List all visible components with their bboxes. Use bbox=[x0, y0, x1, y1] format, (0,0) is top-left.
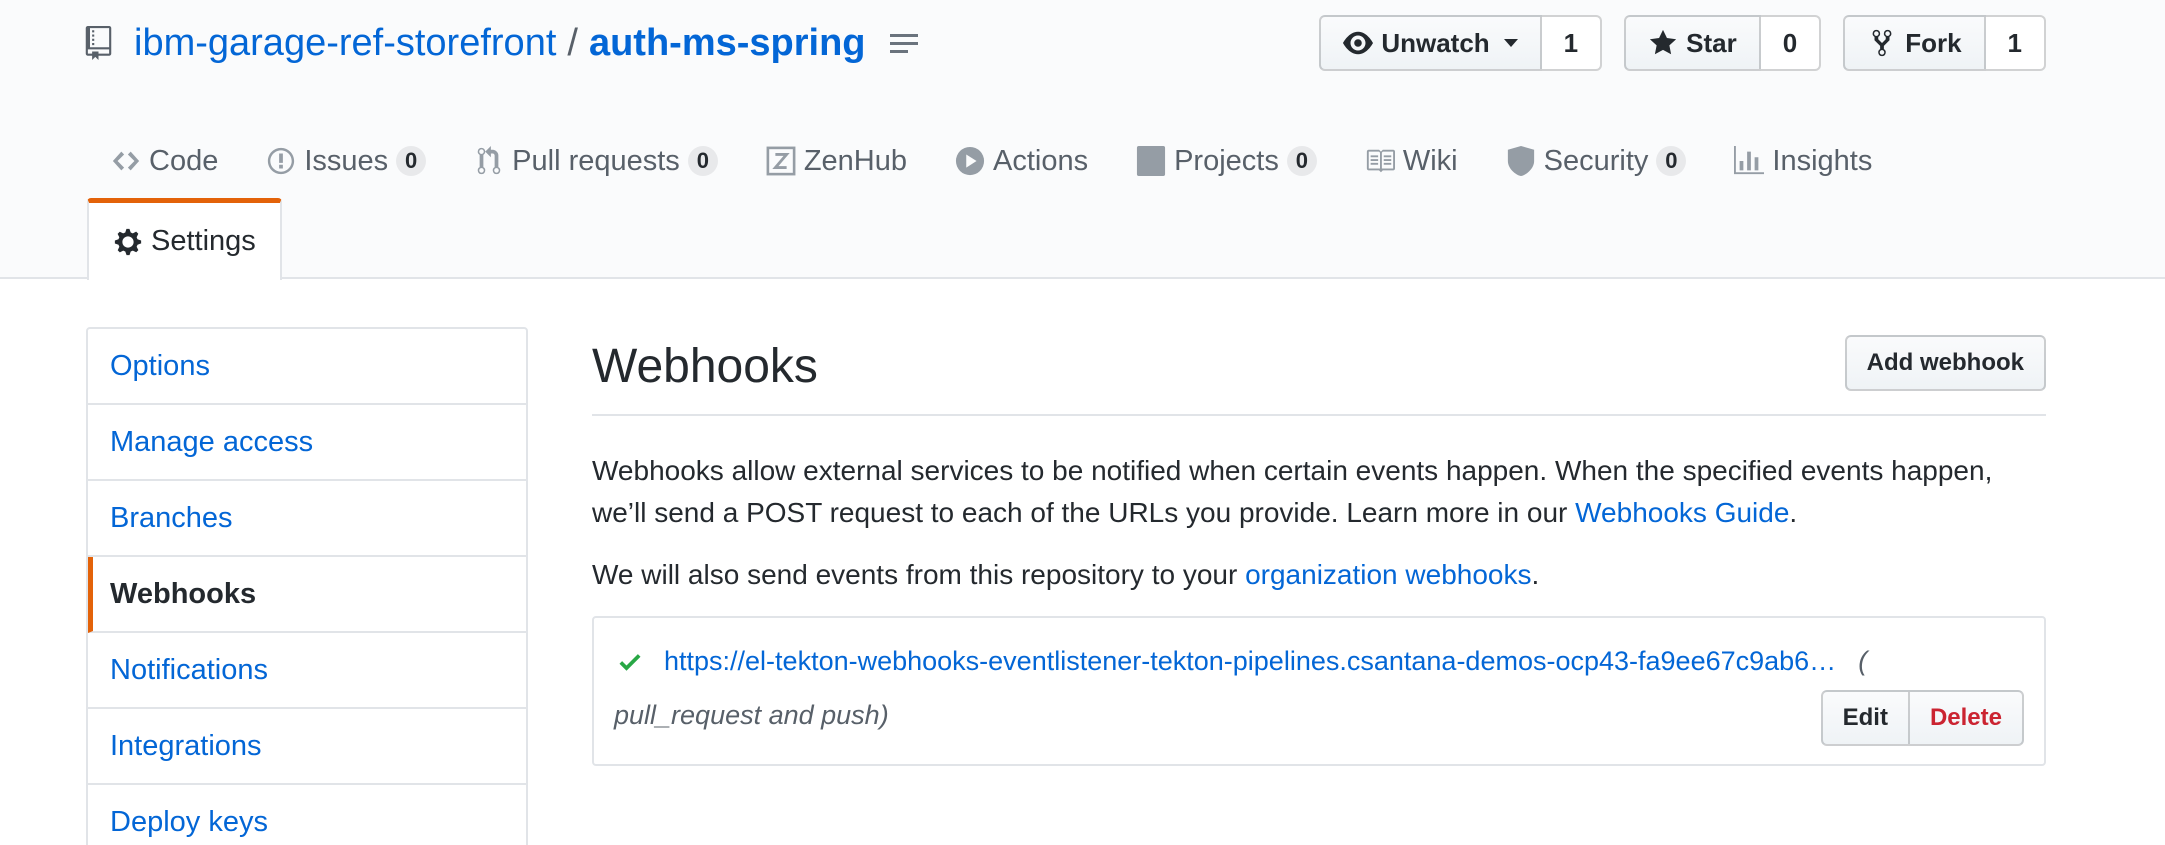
webhook-row: https://el-tekton-webhooks-eventlistener… bbox=[616, 646, 1976, 677]
security-counter: 0 bbox=[1656, 146, 1687, 176]
graph-icon bbox=[1734, 146, 1765, 176]
repo-icon bbox=[85, 26, 112, 60]
play-icon bbox=[955, 146, 985, 176]
tab-issues[interactable]: Issues 0 bbox=[242, 131, 450, 191]
watchers-count[interactable]: 1 bbox=[1541, 15, 1603, 71]
check-icon bbox=[619, 653, 641, 671]
unwatch-button[interactable]: Unwatch bbox=[1319, 15, 1542, 71]
tab-projects[interactable]: Projects 0 bbox=[1112, 131, 1341, 191]
star-label: Star bbox=[1686, 27, 1737, 58]
webhook-events: pull_request and push) bbox=[614, 700, 889, 730]
path-separator: / bbox=[567, 21, 578, 64]
org-note-end: . bbox=[1531, 559, 1540, 590]
issues-counter: 0 bbox=[396, 146, 427, 176]
menu-item-manage-access[interactable]: Manage access bbox=[88, 405, 526, 481]
webhook-events-open: ( bbox=[1858, 646, 1868, 676]
org-webhooks-note: We will also send events from this repos… bbox=[592, 554, 2046, 596]
projects-counter: 0 bbox=[1286, 146, 1317, 176]
tab-security-label: Security bbox=[1543, 144, 1649, 177]
pagehead-actions: Unwatch 1 Star 0 Fork 1 bbox=[1319, 15, 2046, 71]
organization-webhooks-link[interactable]: organization webhooks bbox=[1245, 559, 1531, 590]
code-icon bbox=[111, 146, 141, 176]
org-note-text: We will also send events from this repos… bbox=[592, 559, 1246, 590]
repo-name-link[interactable]: auth-ms-spring bbox=[589, 22, 866, 65]
description-lines-icon[interactable] bbox=[888, 31, 920, 55]
zenhub-icon bbox=[766, 146, 796, 176]
tab-pull-requests[interactable]: Pull requests 0 bbox=[450, 131, 742, 191]
webhook-list-item: https://el-tekton-webhooks-eventlistener… bbox=[592, 616, 2046, 766]
tab-issues-label: Issues bbox=[304, 144, 389, 177]
unwatch-label: Unwatch bbox=[1381, 27, 1490, 58]
webhooks-panel: Webhooks Add webhook Webhooks allow exte… bbox=[592, 327, 2046, 766]
tab-wiki[interactable]: Wiki bbox=[1341, 131, 1482, 191]
fork-group: Fork 1 bbox=[1843, 15, 2046, 71]
star-icon bbox=[1650, 29, 1677, 55]
webhooks-guide-link[interactable]: Webhooks Guide bbox=[1575, 497, 1789, 528]
tab-actions[interactable]: Actions bbox=[931, 131, 1112, 191]
chevron-down-icon bbox=[1503, 39, 1518, 47]
star-group: Star 0 bbox=[1624, 15, 1822, 71]
fork-icon bbox=[1872, 29, 1892, 57]
pull-requests-counter: 0 bbox=[687, 146, 718, 176]
tab-insights-label: Insights bbox=[1772, 144, 1873, 177]
book-icon bbox=[1365, 146, 1395, 176]
repo-owner-link[interactable]: ibm-garage-ref-storefront bbox=[134, 22, 556, 65]
tab-settings-label: Settings bbox=[151, 225, 256, 257]
subhead: Webhooks Add webhook bbox=[592, 327, 2046, 416]
menu-item-deploy-keys[interactable]: Deploy keys bbox=[88, 785, 526, 845]
shield-icon bbox=[1506, 146, 1536, 176]
star-button[interactable]: Star bbox=[1624, 15, 1761, 71]
settings-menu: Options Manage access Branches Webhooks … bbox=[86, 327, 528, 845]
webhook-url-link[interactable]: https://el-tekton-webhooks-eventlistener… bbox=[664, 646, 1836, 677]
tab-projects-label: Projects bbox=[1174, 144, 1279, 177]
webhook-actions: Edit Delete bbox=[1820, 690, 2024, 746]
repo-title: ibm-garage-ref-storefront / auth-ms-spri… bbox=[85, 18, 920, 68]
description-end: . bbox=[1789, 497, 1798, 528]
tab-pull-requests-label: Pull requests bbox=[512, 144, 680, 177]
watch-group: Unwatch 1 bbox=[1319, 15, 1603, 71]
menu-item-branches[interactable]: Branches bbox=[88, 481, 526, 557]
menu-item-notifications[interactable]: Notifications bbox=[88, 633, 526, 709]
fork-label: Fork bbox=[1905, 27, 1962, 58]
add-webhook-button[interactable]: Add webhook bbox=[1844, 335, 2046, 391]
tab-security[interactable]: Security 0 bbox=[1482, 131, 1711, 191]
gear-icon bbox=[113, 227, 143, 257]
project-icon bbox=[1136, 146, 1166, 176]
tab-settings[interactable]: Settings bbox=[87, 198, 282, 280]
edit-webhook-button[interactable]: Edit bbox=[1820, 690, 1910, 746]
tab-actions-label: Actions bbox=[992, 144, 1089, 177]
forks-count[interactable]: 1 bbox=[1985, 15, 2046, 71]
repo-nav: Code Issues 0 Pull requests 0 ZenHub Act… bbox=[87, 131, 2087, 280]
page-title: Webhooks bbox=[592, 340, 818, 393]
pull-request-icon bbox=[474, 146, 504, 176]
repo-header: ibm-garage-ref-storefront / auth-ms-spri… bbox=[0, 0, 2165, 280]
delete-webhook-button[interactable]: Delete bbox=[1909, 690, 2024, 746]
tab-code-label: Code bbox=[149, 144, 219, 177]
eye-icon bbox=[1343, 31, 1374, 55]
tab-wiki-label: Wiki bbox=[1402, 144, 1458, 177]
issue-icon bbox=[266, 146, 296, 176]
tab-zenhub[interactable]: ZenHub bbox=[742, 131, 931, 191]
tab-insights[interactable]: Insights bbox=[1710, 131, 1896, 191]
webhooks-description: Webhooks allow external services to be n… bbox=[592, 450, 2046, 534]
menu-item-integrations[interactable]: Integrations bbox=[88, 709, 526, 785]
tab-code[interactable]: Code bbox=[87, 131, 242, 191]
menu-item-options[interactable]: Options bbox=[88, 329, 526, 405]
fork-button[interactable]: Fork bbox=[1843, 15, 1986, 71]
menu-item-webhooks[interactable]: Webhooks bbox=[88, 557, 526, 633]
stars-count[interactable]: 0 bbox=[1760, 15, 1822, 71]
tab-zenhub-label: ZenHub bbox=[803, 144, 907, 177]
